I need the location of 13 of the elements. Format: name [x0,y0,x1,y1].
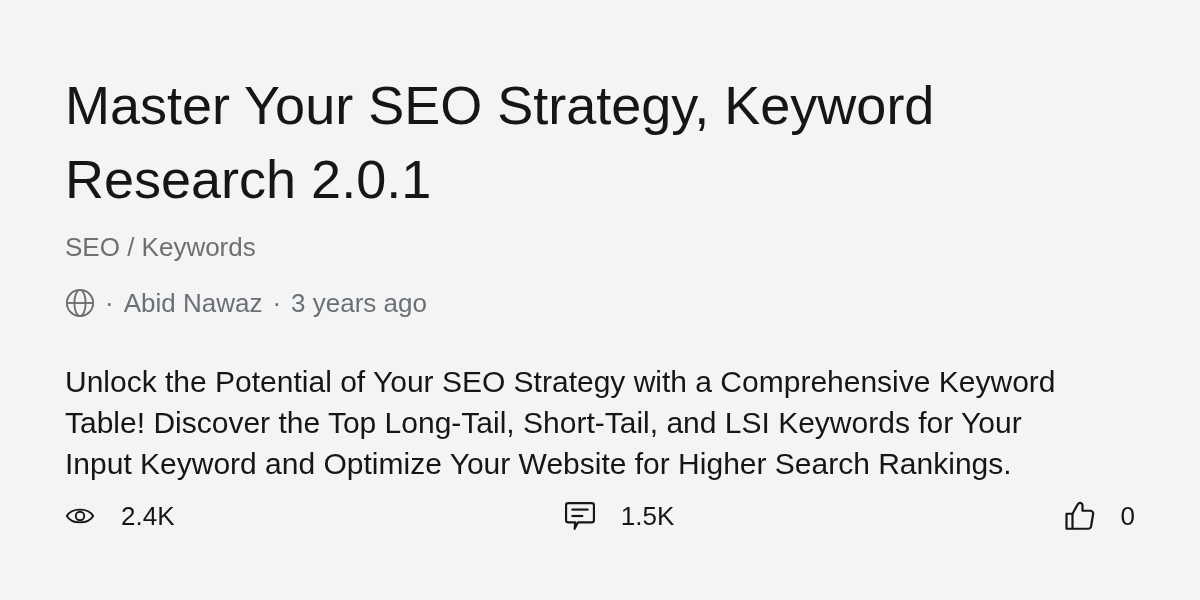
comment-icon [564,501,595,531]
comment-count: 1.5K [620,500,675,532]
globe-icon [65,288,95,318]
separator-dot: · [105,287,114,319]
view-count: 2.4K [121,500,175,532]
post-age: 3 years ago [291,287,427,319]
separator-dot: · [272,287,282,319]
like-count: 0 [1120,500,1135,532]
prompt-title: Master Your SEO Strategy, Keyword Research 2.0.1 [65,74,936,211]
thumbs-up-icon [1064,501,1095,531]
category-link[interactable]: SEO / Keywords [65,231,1135,263]
author-link[interactable]: Abid Nawaz [123,287,263,319]
prompt-description: Unlock the Potential of Your SEO Strategy with a Comprehensive Keyword Table! Discover the Top Long-Tail, Short-Tail, and LSI Keywords for Your Input Keyword and Optimize Your Website for Higher Search Rankings. [65,364,1057,482]
